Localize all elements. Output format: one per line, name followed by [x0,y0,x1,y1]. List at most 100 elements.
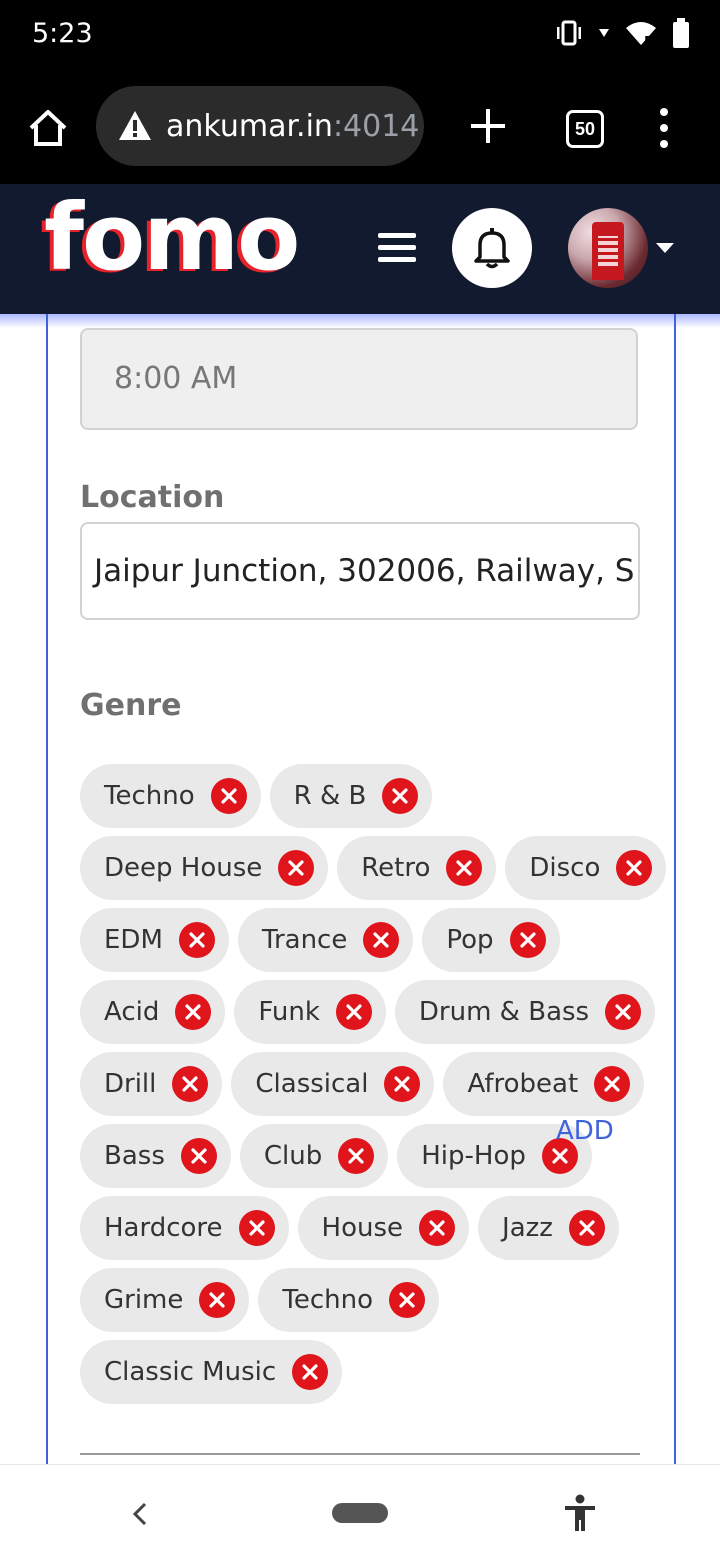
remove-genre-icon[interactable] [419,1210,456,1246]
genre-chip[interactable]: Retro [337,836,497,900]
avatar[interactable] [568,208,648,288]
remove-genre-icon[interactable] [338,1138,375,1174]
remove-genre-icon[interactable] [605,994,642,1030]
genre-chip[interactable]: House [297,1196,470,1260]
genre-chip[interactable]: Classical [231,1052,435,1116]
bell-icon [474,228,510,269]
remove-genre-icon[interactable] [616,850,653,886]
genre-chip[interactable]: Drill [80,1052,223,1116]
remove-genre-icon[interactable] [382,778,419,814]
accessibility-icon[interactable] [560,1493,600,1533]
remove-genre-icon[interactable] [363,922,400,958]
wifi-icon: 5 [626,22,656,47]
genre-chip-label: Techno [104,781,195,811]
tab-switcher-button[interactable]: 50 [566,110,604,148]
svg-text:5: 5 [644,34,652,47]
genre-chip-label: Deep House [104,853,263,883]
remove-genre-icon[interactable] [210,778,247,814]
genre-chip-label: Club [263,1141,323,1171]
genre-chip[interactable]: Jazz [478,1196,619,1260]
genre-chip[interactable]: Acid [80,980,226,1044]
remove-genre-icon[interactable] [509,922,546,958]
genre-chip-label: Hardcore [104,1213,223,1243]
genre-chip[interactable]: R & B [269,764,433,828]
status-time: 5:23 [32,18,93,49]
remove-genre-icon[interactable] [594,1066,631,1102]
genre-chip[interactable]: Bass [80,1124,231,1188]
remove-genre-icon[interactable] [278,850,315,886]
remove-genre-icon[interactable] [199,1282,236,1318]
remove-genre-icon[interactable] [175,994,212,1030]
system-nav-bar [0,1464,720,1561]
battery-icon [673,18,689,48]
remove-genre-icon[interactable] [335,994,372,1030]
genre-chip[interactable]: Pop [422,908,560,972]
fomo-logo[interactable]: fomo [44,192,300,284]
genre-chip[interactable]: Funk [234,980,386,1044]
genre-label: Genre [80,688,182,723]
genre-chip-label: Drum & Bass [418,997,590,1027]
more-options-icon[interactable] [652,106,676,150]
genre-chip[interactable]: Afrobeat [443,1052,645,1116]
genre-chip[interactable]: Classic Music [80,1340,343,1404]
status-bar: 5:23 5 [0,0,720,72]
genre-chip[interactable]: Club [239,1124,389,1188]
genre-chip-label: Retro [361,853,431,883]
genre-chip[interactable]: EDM [80,908,229,972]
genre-chip-row: Drill Classical Afrobeat [80,1052,645,1116]
browser-toolbar: ankumar.in:4014 50 [0,72,720,184]
genre-chip[interactable]: Grime [80,1268,250,1332]
genre-chip-label: House [321,1213,404,1243]
genre-chip-list: Techno R & B Deep House Retro Disco EDM Trance… [80,764,667,1412]
home-icon[interactable] [26,106,70,150]
genre-chip[interactable]: Techno [258,1268,440,1332]
genre-chip-label: Bass [104,1141,165,1171]
genre-chip-label: Drill [104,1069,157,1099]
remove-genre-icon[interactable] [238,1210,275,1246]
genre-chip-row: Classic Music [80,1340,640,1404]
warning-icon[interactable] [118,109,152,143]
genre-chip-label: Classic Music [104,1357,277,1387]
url-bar[interactable]: ankumar.in:4014 [96,86,424,166]
notification-button[interactable] [452,208,532,288]
url-text: ankumar.in:4014 [166,108,420,144]
genre-chip-row: Grime Techno [80,1268,640,1332]
remove-genre-icon[interactable] [292,1354,329,1390]
genre-chip[interactable]: Trance [237,908,414,972]
remove-genre-icon[interactable] [389,1282,426,1318]
genre-chip-row: Techno R & B [80,764,640,828]
genre-chip[interactable]: Hardcore [80,1196,289,1260]
remove-genre-icon[interactable] [172,1066,209,1102]
genre-chip-label: Afrobeat [467,1069,579,1099]
genre-chip-label: Trance [261,925,348,955]
genre-chip-label: Acid [104,997,160,1027]
time-field[interactable]: 8:00 AM [80,328,638,430]
status-icons: 5 [554,18,690,48]
location-field[interactable]: Jaipur Junction, 302006, Railway, S [80,522,640,620]
remove-genre-icon[interactable] [568,1210,605,1246]
hamburger-menu-icon[interactable] [378,232,416,264]
genre-chip[interactable]: Disco [505,836,667,900]
home-gesture-pill[interactable] [332,1503,388,1523]
genre-chip-label: Grime [104,1285,184,1315]
remove-genre-icon[interactable] [178,922,215,958]
data-arrow-icon [599,29,609,37]
genre-chip-label: Hip-Hop [421,1141,526,1171]
remove-genre-icon[interactable] [446,850,483,886]
avatar-phone-booth [592,222,624,280]
genre-chip[interactable]: Drum & Bass [394,980,656,1044]
back-icon[interactable] [130,1501,150,1527]
genre-chip[interactable]: Deep House [80,836,329,900]
add-genre-link[interactable]: ADD [556,1116,614,1146]
genre-chip-label: Techno [282,1285,374,1315]
genre-chip-row: Hardcore House Jazz [80,1196,640,1260]
genre-chip-label: EDM [104,925,163,955]
genre-chip-label: Funk [258,997,320,1027]
chevron-down-icon[interactable] [656,243,674,253]
genre-chip-row: EDM Trance Pop [80,908,640,972]
remove-genre-icon[interactable] [384,1066,421,1102]
genre-chip[interactable]: Techno [80,764,261,828]
genre-chip-label: Pop [446,925,494,955]
new-tab-plus-icon[interactable] [468,106,508,146]
remove-genre-icon[interactable] [180,1138,217,1174]
